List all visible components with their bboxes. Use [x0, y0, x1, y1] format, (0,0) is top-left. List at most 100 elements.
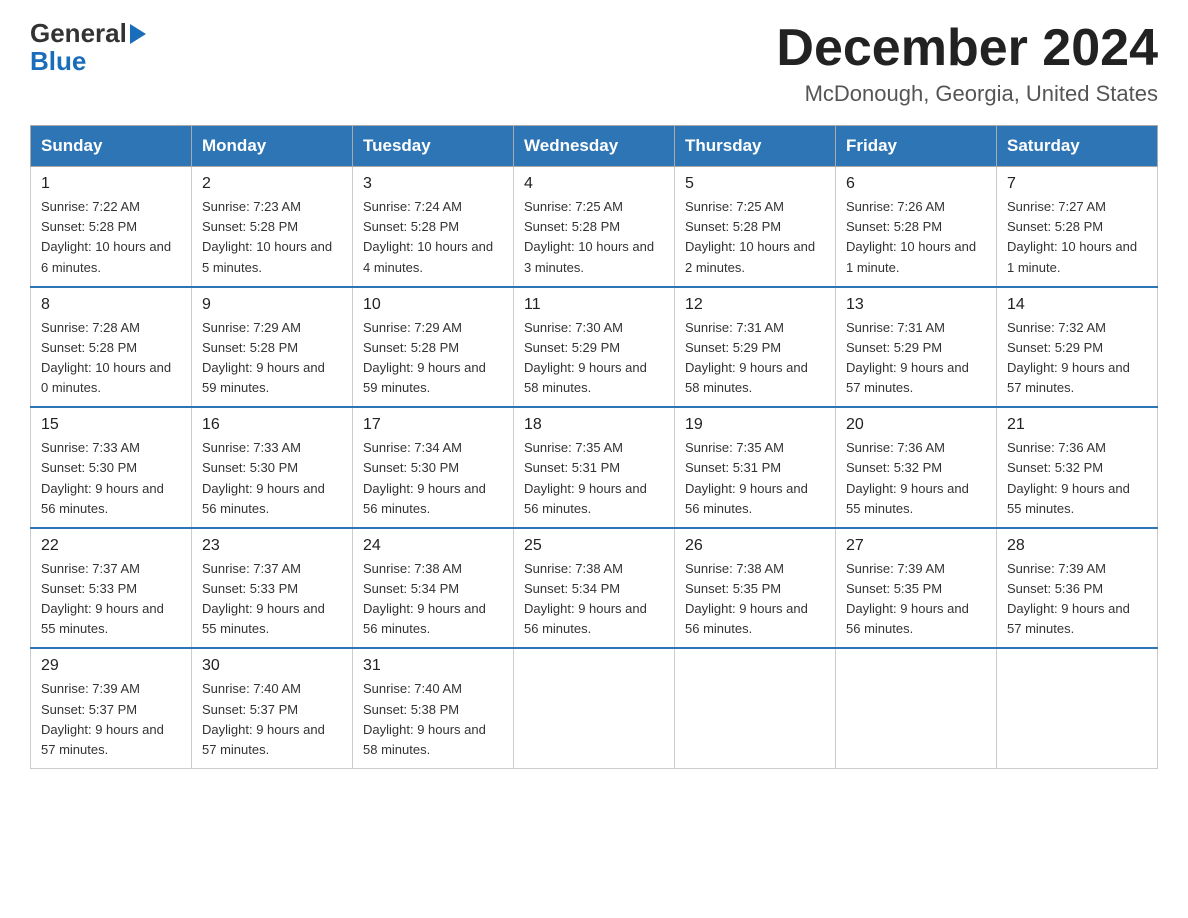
- day-number: 21: [1007, 416, 1147, 434]
- day-number: 30: [202, 657, 342, 675]
- day-info: Sunrise: 7:39 AMSunset: 5:35 PMDaylight:…: [846, 559, 986, 640]
- day-number: 24: [363, 537, 503, 555]
- table-row: 6 Sunrise: 7:26 AMSunset: 5:28 PMDaylight…: [836, 167, 997, 287]
- day-number: 1: [41, 175, 181, 193]
- day-info: Sunrise: 7:37 AMSunset: 5:33 PMDaylight:…: [202, 559, 342, 640]
- col-sunday: Sunday: [31, 126, 192, 167]
- day-info: Sunrise: 7:37 AMSunset: 5:33 PMDaylight:…: [41, 559, 181, 640]
- table-row: 3 Sunrise: 7:24 AMSunset: 5:28 PMDaylight…: [353, 167, 514, 287]
- title-block: December 2024 McDonough, Georgia, United…: [776, 20, 1158, 107]
- table-row: 23 Sunrise: 7:37 AMSunset: 5:33 PMDayligh…: [192, 528, 353, 649]
- day-info: Sunrise: 7:26 AMSunset: 5:28 PMDaylight:…: [846, 197, 986, 278]
- day-number: 5: [685, 175, 825, 193]
- table-row: 16Sunrise: 7:33 AMSunset: 5:30 PMDayligh…: [192, 407, 353, 528]
- table-row: 29Sunrise: 7:39 AMSunset: 5:37 PMDayligh…: [31, 648, 192, 768]
- page-header: General Blue December 2024 McDonough, Ge…: [30, 20, 1158, 107]
- table-row: [997, 648, 1158, 768]
- subtitle: McDonough, Georgia, United States: [776, 81, 1158, 107]
- day-info: Sunrise: 7:38 AMSunset: 5:35 PMDaylight:…: [685, 559, 825, 640]
- table-row: 14Sunrise: 7:32 AMSunset: 5:29 PMDayligh…: [997, 287, 1158, 408]
- day-number: 18: [524, 416, 664, 434]
- col-saturday: Saturday: [997, 126, 1158, 167]
- day-number: 28: [1007, 537, 1147, 555]
- day-number: 6: [846, 175, 986, 193]
- day-info: Sunrise: 7:25 AMSunset: 5:28 PMDaylight:…: [524, 197, 664, 278]
- day-number: 19: [685, 416, 825, 434]
- day-info: Sunrise: 7:28 AMSunset: 5:28 PMDaylight:…: [41, 318, 181, 399]
- day-number: 3: [363, 175, 503, 193]
- day-info: Sunrise: 7:27 AMSunset: 5:28 PMDaylight:…: [1007, 197, 1147, 278]
- table-row: 31 Sunrise: 7:40 AMSunset: 5:38 PMDayligh…: [353, 648, 514, 768]
- day-info: Sunrise: 7:34 AMSunset: 5:30 PMDaylight:…: [363, 438, 503, 519]
- table-row: 24 Sunrise: 7:38 AMSunset: 5:34 PMDayligh…: [353, 528, 514, 649]
- day-info: Sunrise: 7:22 AMSunset: 5:28 PMDaylight:…: [41, 197, 181, 278]
- table-row: 17 Sunrise: 7:34 AMSunset: 5:30 PMDayligh…: [353, 407, 514, 528]
- table-row: 21 Sunrise: 7:36 AMSunset: 5:32 PMDayligh…: [997, 407, 1158, 528]
- table-row: 26 Sunrise: 7:38 AMSunset: 5:35 PMDayligh…: [675, 528, 836, 649]
- table-row: 15Sunrise: 7:33 AMSunset: 5:30 PMDayligh…: [31, 407, 192, 528]
- day-number: 12: [685, 296, 825, 314]
- col-friday: Friday: [836, 126, 997, 167]
- day-info: Sunrise: 7:35 AMSunset: 5:31 PMDaylight:…: [524, 438, 664, 519]
- day-number: 26: [685, 537, 825, 555]
- day-info: Sunrise: 7:40 AMSunset: 5:37 PMDaylight:…: [202, 679, 342, 760]
- col-wednesday: Wednesday: [514, 126, 675, 167]
- logo: General Blue: [30, 20, 146, 77]
- day-number: 4: [524, 175, 664, 193]
- day-number: 10: [363, 296, 503, 314]
- table-row: 18 Sunrise: 7:35 AMSunset: 5:31 PMDayligh…: [514, 407, 675, 528]
- logo-blue: Blue: [30, 46, 146, 77]
- table-row: 27 Sunrise: 7:39 AMSunset: 5:35 PMDayligh…: [836, 528, 997, 649]
- day-number: 17: [363, 416, 503, 434]
- col-monday: Monday: [192, 126, 353, 167]
- table-row: [514, 648, 675, 768]
- table-row: 19Sunrise: 7:35 AMSunset: 5:31 PMDayligh…: [675, 407, 836, 528]
- day-number: 20: [846, 416, 986, 434]
- calendar-week-row: 29Sunrise: 7:39 AMSunset: 5:37 PMDayligh…: [31, 648, 1158, 768]
- day-info: Sunrise: 7:39 AMSunset: 5:37 PMDaylight:…: [41, 679, 181, 760]
- table-row: 8 Sunrise: 7:28 AMSunset: 5:28 PMDaylight…: [31, 287, 192, 408]
- day-number: 9: [202, 296, 342, 314]
- table-row: 9 Sunrise: 7:29 AMSunset: 5:28 PMDaylight…: [192, 287, 353, 408]
- calendar-table: Sunday Monday Tuesday Wednesday Thursday…: [30, 125, 1158, 769]
- calendar-week-row: 8 Sunrise: 7:28 AMSunset: 5:28 PMDaylight…: [31, 287, 1158, 408]
- day-info: Sunrise: 7:39 AMSunset: 5:36 PMDaylight:…: [1007, 559, 1147, 640]
- table-row: 2 Sunrise: 7:23 AMSunset: 5:28 PMDaylight…: [192, 167, 353, 287]
- logo-general: General: [30, 20, 146, 46]
- table-row: 25Sunrise: 7:38 AMSunset: 5:34 PMDayligh…: [514, 528, 675, 649]
- table-row: 10Sunrise: 7:29 AMSunset: 5:28 PMDayligh…: [353, 287, 514, 408]
- table-row: [836, 648, 997, 768]
- day-info: Sunrise: 7:36 AMSunset: 5:32 PMDaylight:…: [846, 438, 986, 519]
- day-info: Sunrise: 7:23 AMSunset: 5:28 PMDaylight:…: [202, 197, 342, 278]
- day-info: Sunrise: 7:24 AMSunset: 5:28 PMDaylight:…: [363, 197, 503, 278]
- day-info: Sunrise: 7:31 AMSunset: 5:29 PMDaylight:…: [685, 318, 825, 399]
- day-info: Sunrise: 7:32 AMSunset: 5:29 PMDaylight:…: [1007, 318, 1147, 399]
- col-thursday: Thursday: [675, 126, 836, 167]
- day-number: 8: [41, 296, 181, 314]
- day-info: Sunrise: 7:36 AMSunset: 5:32 PMDaylight:…: [1007, 438, 1147, 519]
- table-row: 13Sunrise: 7:31 AMSunset: 5:29 PMDayligh…: [836, 287, 997, 408]
- day-number: 16: [202, 416, 342, 434]
- day-info: Sunrise: 7:29 AMSunset: 5:28 PMDaylight:…: [202, 318, 342, 399]
- table-row: 28 Sunrise: 7:39 AMSunset: 5:36 PMDayligh…: [997, 528, 1158, 649]
- day-info: Sunrise: 7:38 AMSunset: 5:34 PMDaylight:…: [524, 559, 664, 640]
- day-info: Sunrise: 7:25 AMSunset: 5:28 PMDaylight:…: [685, 197, 825, 278]
- day-info: Sunrise: 7:30 AMSunset: 5:29 PMDaylight:…: [524, 318, 664, 399]
- table-row: 7Sunrise: 7:27 AMSunset: 5:28 PMDaylight…: [997, 167, 1158, 287]
- calendar-header-row: Sunday Monday Tuesday Wednesday Thursday…: [31, 126, 1158, 167]
- day-number: 13: [846, 296, 986, 314]
- main-title: December 2024: [776, 20, 1158, 77]
- table-row: 30 Sunrise: 7:40 AMSunset: 5:37 PMDayligh…: [192, 648, 353, 768]
- table-row: [675, 648, 836, 768]
- day-info: Sunrise: 7:38 AMSunset: 5:34 PMDaylight:…: [363, 559, 503, 640]
- day-number: 2: [202, 175, 342, 193]
- calendar-week-row: 22Sunrise: 7:37 AMSunset: 5:33 PMDayligh…: [31, 528, 1158, 649]
- day-number: 23: [202, 537, 342, 555]
- table-row: 11Sunrise: 7:30 AMSunset: 5:29 PMDayligh…: [514, 287, 675, 408]
- table-row: 5 Sunrise: 7:25 AMSunset: 5:28 PMDaylight…: [675, 167, 836, 287]
- table-row: 22Sunrise: 7:37 AMSunset: 5:33 PMDayligh…: [31, 528, 192, 649]
- day-number: 27: [846, 537, 986, 555]
- day-info: Sunrise: 7:40 AMSunset: 5:38 PMDaylight:…: [363, 679, 503, 760]
- day-number: 31: [363, 657, 503, 675]
- day-info: Sunrise: 7:33 AMSunset: 5:30 PMDaylight:…: [41, 438, 181, 519]
